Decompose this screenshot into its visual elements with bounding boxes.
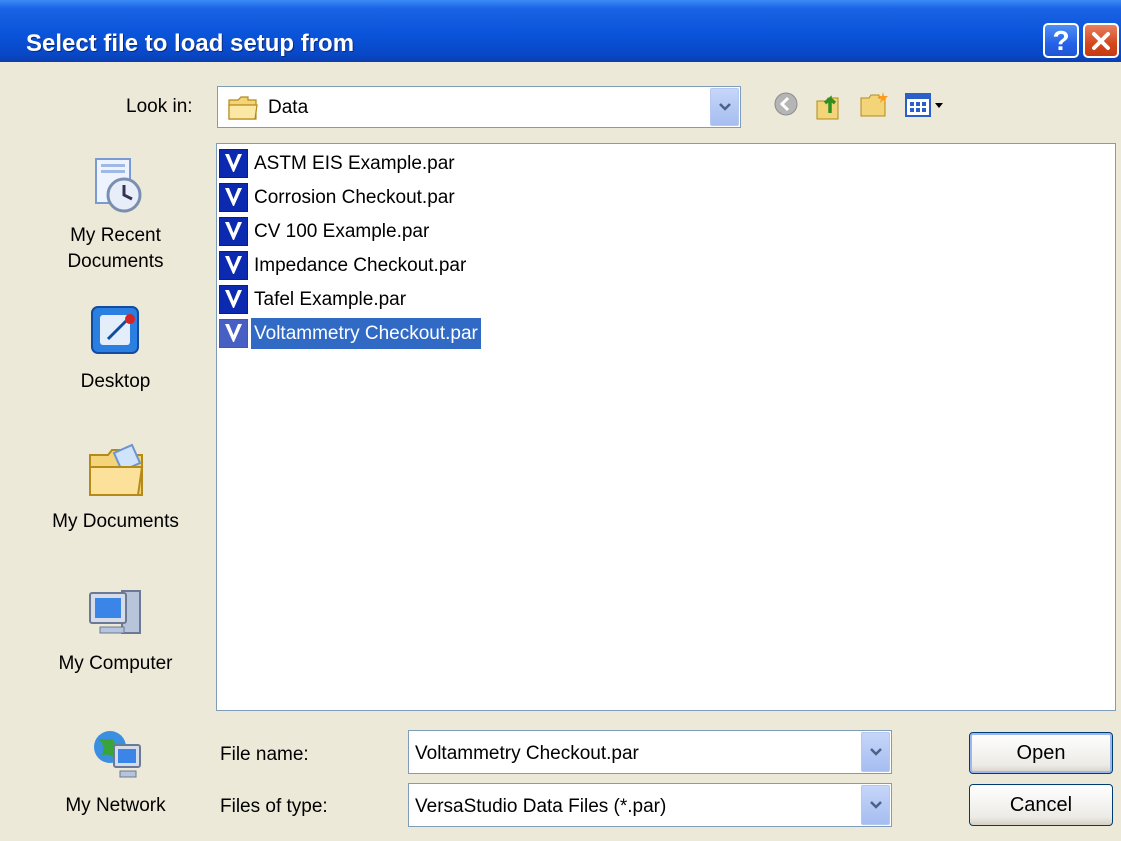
- look-in-value: Data: [268, 97, 309, 118]
- dialog-window: Select file to load setup from ? Look in…: [0, 0, 1121, 841]
- place-my-computer[interactable]: My Computer: [33, 583, 198, 677]
- par-file-icon: [219, 217, 248, 246]
- par-file-icon: [219, 183, 248, 212]
- place-recent-documents[interactable]: My Recent Documents: [33, 155, 198, 275]
- folder-icon: [228, 96, 258, 120]
- file-item[interactable]: ASTM EIS Example.par: [219, 148, 458, 179]
- close-button[interactable]: [1083, 23, 1119, 58]
- place-my-network-label: My Network: [65, 795, 166, 816]
- new-folder-button[interactable]: [858, 88, 892, 122]
- file-item[interactable]: Impedance Checkout.par: [219, 250, 469, 281]
- file-item[interactable]: CV 100 Example.par: [219, 216, 432, 247]
- recent-documents-icon: [94, 158, 141, 213]
- up-folder-button[interactable]: [812, 88, 846, 122]
- place-my-documents-label: My Documents: [52, 511, 179, 532]
- dialog-title: Select file to load setup from: [26, 30, 355, 57]
- look-in-dropdown[interactable]: Data: [217, 86, 741, 128]
- file-item[interactable]: Tafel Example.par: [219, 284, 409, 315]
- file-item[interactable]: Corrosion Checkout.par: [219, 182, 458, 213]
- file-name: Impedance Checkout.par: [254, 255, 467, 276]
- place-desktop[interactable]: Desktop: [33, 301, 198, 395]
- par-file-icon: [219, 251, 248, 280]
- close-icon: [1092, 31, 1110, 50]
- up-folder-icon: [816, 95, 839, 120]
- title-bar[interactable]: Select file to load setup from ?: [0, 0, 1121, 62]
- look-in-label: Look in:: [126, 96, 193, 117]
- file-name-label: File name:: [220, 744, 309, 765]
- file-type-label: Files of type:: [220, 796, 328, 817]
- place-desktop-label: Desktop: [80, 371, 151, 392]
- chevron-down-icon: [718, 103, 731, 111]
- file-name-dropdown-button[interactable]: [861, 732, 890, 772]
- my-documents-icon: [88, 443, 143, 496]
- file-item-selected[interactable]: Voltammetry Checkout.par: [219, 318, 481, 349]
- back-button[interactable]: [770, 88, 802, 120]
- view-menu-icon: [905, 93, 943, 117]
- desktop-icon: [90, 306, 139, 354]
- places-bar: My Recent Documents Desktop My Documents…: [33, 143, 198, 823]
- view-menu-button[interactable]: [904, 88, 952, 122]
- file-type-dropdown[interactable]: VersaStudio Data Files (*.par): [408, 783, 892, 827]
- file-name: Corrosion Checkout.par: [254, 187, 455, 208]
- par-file-icon: [219, 149, 248, 178]
- place-my-documents[interactable]: My Documents: [33, 441, 198, 535]
- file-name: CV 100 Example.par: [254, 221, 430, 242]
- place-recent-documents-label: My Recent Documents: [67, 225, 164, 272]
- par-file-icon: [219, 285, 248, 314]
- back-icon: [774, 92, 798, 116]
- file-name: ASTM EIS Example.par: [254, 153, 455, 174]
- chevron-down-icon: [869, 801, 882, 809]
- file-type-value: VersaStudio Data Files (*.par): [415, 796, 667, 817]
- open-button[interactable]: Open: [969, 732, 1113, 774]
- look-in-dropdown-button[interactable]: [710, 88, 739, 126]
- cancel-button[interactable]: Cancel: [969, 784, 1113, 826]
- file-name: Tafel Example.par: [254, 289, 407, 310]
- file-name-value: Voltammetry Checkout.par: [415, 743, 639, 764]
- place-my-network[interactable]: My Network: [33, 725, 198, 819]
- file-list[interactable]: ASTM EIS Example.par Corrosion Checkout.…: [216, 143, 1116, 711]
- par-file-icon: [219, 319, 248, 348]
- file-type-dropdown-button[interactable]: [861, 785, 890, 825]
- my-network-icon: [93, 731, 141, 778]
- my-computer-icon: [88, 590, 141, 634]
- new-folder-icon: [860, 92, 888, 117]
- file-name-input[interactable]: Voltammetry Checkout.par: [408, 730, 892, 774]
- chevron-down-icon: [869, 748, 882, 756]
- place-my-computer-label: My Computer: [58, 653, 173, 674]
- help-button[interactable]: ?: [1043, 23, 1079, 58]
- file-name: Voltammetry Checkout.par: [251, 318, 481, 349]
